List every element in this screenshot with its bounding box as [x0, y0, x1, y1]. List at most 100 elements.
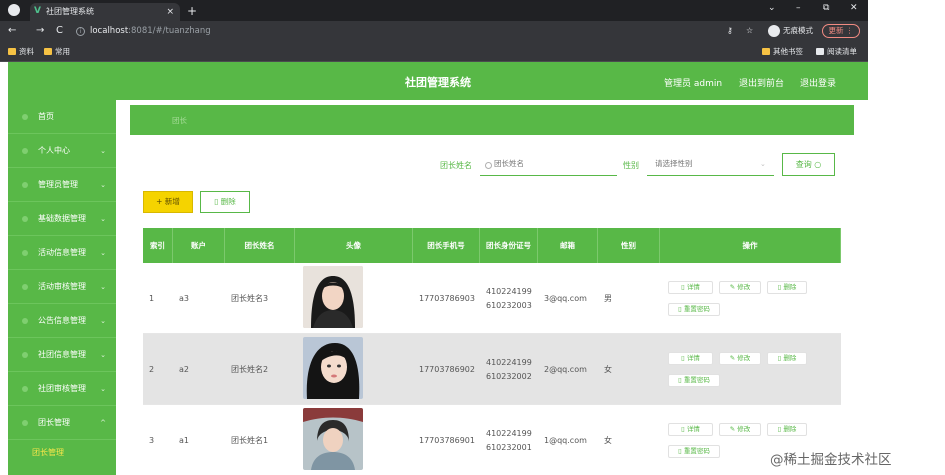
incognito-indicator[interactable]: 无痕模式 [768, 24, 813, 38]
folder-icon [44, 48, 52, 55]
browser-tab-bar: V 社团管理系统 × + ⌄ – ⧉ ✕ [0, 0, 868, 21]
cell-name: 团长姓名2 [231, 364, 269, 374]
action-label: 重置密码 [683, 305, 710, 313]
gender-select[interactable] [647, 152, 774, 176]
update-button[interactable]: 更新 ⋮ [822, 24, 860, 38]
detail-button[interactable]: ▯ 详情 [668, 352, 713, 365]
sidebar-item[interactable]: 首页 [8, 100, 116, 134]
menu-icon [22, 182, 28, 188]
sidebar-subitem-active[interactable]: 团长管理 [8, 440, 116, 466]
reset-password-button[interactable]: ▯ 重置密码 [668, 374, 720, 387]
bookmark-label: 常用 [55, 47, 70, 56]
star-icon[interactable]: ☆ [746, 25, 753, 37]
edit-button[interactable]: ✎ 修改 [719, 352, 761, 365]
forward-icon[interactable]: → [36, 25, 44, 37]
avatar [303, 266, 363, 328]
reset-password-button[interactable]: ▯ 重置密码 [668, 445, 720, 458]
cell-gender: 女 [604, 364, 612, 374]
folder-icon [762, 48, 770, 55]
sidebar-item-label: 公告信息管理 [38, 316, 86, 325]
menu-icon [22, 318, 28, 324]
column-header: 团长姓名 [225, 228, 295, 263]
sidebar-item-label: 基础数据管理 [38, 214, 86, 223]
sidebar-item[interactable]: 活动审核管理 ⌄ [8, 270, 116, 304]
logout-link[interactable]: 退出登录 [800, 76, 836, 89]
cell-index: 1 [149, 293, 155, 303]
cell-phone: 17703786902 [419, 364, 475, 374]
info-icon[interactable]: i [76, 27, 85, 36]
column-header: 操作 [660, 228, 841, 263]
sidebar-item[interactable]: 基础数据管理 ⌄ [8, 202, 116, 236]
update-label: 更新 [828, 26, 844, 35]
action-label: 重置密码 [683, 376, 710, 384]
sidebar-item[interactable]: 个人中心 ⌄ [8, 134, 116, 168]
column-header: 索引 [143, 228, 173, 263]
query-button[interactable]: 查询 ○ [782, 153, 835, 176]
bookmark-folder[interactable]: 资料 [8, 47, 34, 57]
menu-icon [22, 386, 28, 392]
detail-button[interactable]: ▯ 详情 [668, 423, 713, 436]
browser-tab[interactable]: V 社团管理系统 × [30, 3, 180, 21]
sidebar-item[interactable]: 社团审核管理 ⌄ [8, 372, 116, 406]
reading-list[interactable]: 阅读清单 [816, 47, 857, 57]
chevron-down-icon: ⌄ [100, 317, 106, 325]
admin-label: 管理员 admin [664, 79, 723, 89]
sidebar-item[interactable]: 公告信息管理 ⌄ [8, 304, 116, 338]
cell-name: 团长姓名1 [231, 435, 269, 445]
avatar [303, 337, 363, 399]
add-button[interactable]: + 新增 [143, 191, 193, 213]
delete-button[interactable]: ▯ 删除 [767, 423, 807, 436]
action-label: 详情 [686, 354, 700, 362]
sidebar-item[interactable]: 管理员管理 ⌄ [8, 168, 116, 202]
key-icon[interactable]: ⚷ [727, 25, 733, 37]
menu-icon [22, 148, 28, 154]
sidebar-item[interactable]: 团长管理 ^ [8, 406, 116, 440]
new-tab-icon[interactable]: + [187, 3, 197, 19]
reset-password-button[interactable]: ▯ 重置密码 [668, 303, 720, 316]
back-icon[interactable]: ← [8, 25, 16, 37]
url-path: :8081/#/tuanzhang [128, 26, 211, 36]
url-host: localhost [90, 26, 129, 36]
reload-icon[interactable]: C [56, 25, 63, 37]
chrome-icon[interactable] [8, 4, 20, 16]
bookmark-label: 其他书签 [773, 47, 803, 56]
chevron-down-icon: ⌄ [100, 147, 106, 155]
reading-list-icon [816, 48, 824, 55]
breadcrumb-current[interactable]: 团长 [172, 115, 187, 126]
menu-icon [22, 250, 28, 256]
sidebar-item[interactable]: 活动信息管理 ⌄ [8, 236, 116, 270]
sidebar-item-label: 个人中心 [38, 146, 70, 155]
action-label: 详情 [686, 425, 700, 433]
tab-search-icon[interactable]: ⌄ [768, 3, 776, 13]
folder-icon [8, 48, 16, 55]
close-window-icon[interactable]: ✕ [850, 3, 858, 13]
bookmark-folder[interactable]: 常用 [44, 47, 70, 57]
batch-delete-button[interactable]: ▯ 删除 [200, 191, 250, 213]
minimize-icon[interactable]: – [796, 3, 801, 13]
other-bookmarks[interactable]: 其他书签 [762, 47, 803, 57]
edit-button[interactable]: ✎ 修改 [719, 281, 761, 294]
bookmark-label: 资料 [19, 47, 34, 56]
maximize-icon[interactable]: ⧉ [823, 3, 829, 13]
sidebar-item-label: 首页 [38, 112, 54, 121]
sidebar-item[interactable]: 社团信息管理 ⌄ [8, 338, 116, 372]
cell-email: 2@qq.com [544, 364, 587, 374]
column-header: 性别 [598, 228, 660, 263]
delete-button[interactable]: ▯ 删除 [767, 352, 807, 365]
table-row: 2 a2 团长姓名2 17703786902 410224199610232002 2@q… [143, 334, 841, 405]
tab-close-icon[interactable]: × [166, 3, 174, 21]
browser-address-bar: ← → C i localhost:8081/#/tuanzhang ⚷ ☆ 无… [0, 21, 868, 42]
app-header: 社团管理系统 管理员 admin 退出到前台 退出登录 [8, 62, 868, 100]
action-label: 详情 [686, 283, 700, 291]
table-header: 索引 账户 团长姓名 头像 团长手机号 团长身份证号 邮箱 性别 操作 [143, 228, 841, 263]
url-field[interactable]: i localhost:8081/#/tuanzhang [76, 24, 716, 39]
delete-button[interactable]: ▯ 删除 [767, 281, 807, 294]
edit-button[interactable]: ✎ 修改 [719, 423, 761, 436]
back-to-front-link[interactable]: 退出到前台 [739, 76, 784, 89]
detail-button[interactable]: ▯ 详情 [668, 281, 713, 294]
chevron-up-icon: ^ [100, 419, 106, 427]
menu-icon [22, 420, 28, 426]
chevron-down-icon: ⌄ [100, 181, 106, 189]
action-label: 删除 [783, 354, 797, 362]
search-name-input[interactable] [480, 152, 617, 176]
